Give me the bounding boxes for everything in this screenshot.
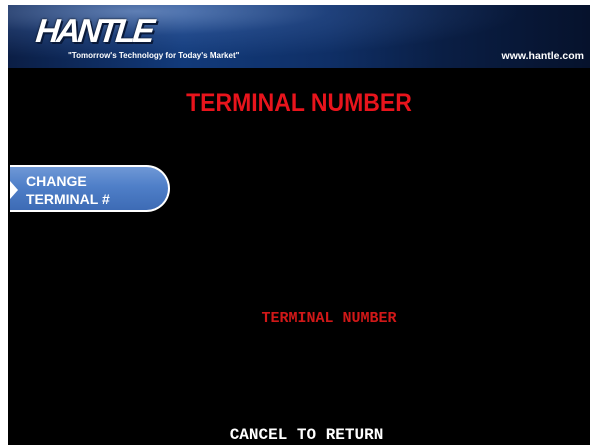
cancel-instruction: CANCEL TO RETURN bbox=[229, 426, 384, 444]
hantle-logo: HANTLE bbox=[34, 12, 154, 49]
button-arrow-icon bbox=[10, 181, 18, 199]
change-terminal-label-line1: CHANGE bbox=[26, 173, 87, 189]
header-banner: HANTLE "Tomorrow's Technology for Today'… bbox=[8, 5, 590, 68]
atm-screen: HANTLE "Tomorrow's Technology for Today'… bbox=[8, 5, 590, 445]
website-url: www.hantle.com bbox=[501, 50, 584, 62]
change-terminal-button[interactable]: CHANGE TERMINAL # bbox=[10, 165, 170, 212]
change-terminal-label: CHANGE TERMINAL # bbox=[26, 172, 110, 208]
terminal-number-field-label: TERMINAL NUMBER bbox=[261, 310, 397, 327]
change-terminal-label-line2: TERMINAL # bbox=[26, 191, 110, 207]
page-title: TERMINAL NUMBER bbox=[186, 89, 412, 117]
tagline: "Tomorrow's Technology for Today's Marke… bbox=[68, 51, 240, 60]
